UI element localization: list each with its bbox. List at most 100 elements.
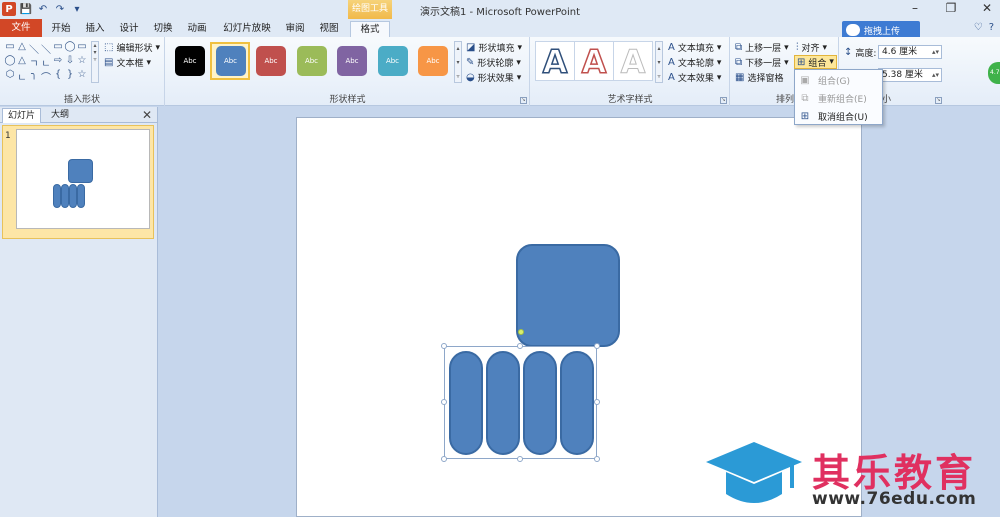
text-box-button[interactable]: ▤ 文本框 ▾: [104, 56, 151, 69]
tab-insert[interactable]: 插入: [82, 21, 108, 37]
slide-thumbnail[interactable]: [16, 129, 150, 229]
help-icon[interactable]: ?: [989, 22, 994, 33]
resize-handle[interactable]: [517, 456, 523, 462]
shape-option[interactable]: ▭: [52, 41, 64, 55]
tab-design[interactable]: 设计: [116, 21, 142, 37]
shape-style-swatch[interactable]: Abc: [418, 46, 448, 76]
paint-bucket-icon: ◪: [466, 42, 476, 53]
shape-option[interactable]: {: [52, 69, 64, 83]
resize-handle[interactable]: [517, 343, 523, 349]
shape-styles-scroll[interactable]: ▴ ▾ ▿: [454, 41, 462, 83]
group-label-wordart: 艺术字样式: [607, 95, 653, 105]
group-button[interactable]: ⊞ 组合 ▾: [794, 55, 837, 69]
send-backward-button[interactable]: ⧉ 下移一层 ▾: [735, 56, 789, 69]
shape-style-swatch[interactable]: Abc: [175, 46, 205, 76]
shape-outline-button[interactable]: ✎ 形状轮廓 ▾: [466, 56, 521, 69]
shape-option[interactable]: ◯: [4, 55, 16, 69]
bring-forward-label: 上移一层: [745, 44, 782, 54]
selection-pane-icon: ▦: [735, 72, 745, 83]
tab-outline[interactable]: 大纲: [46, 108, 74, 123]
tab-slides[interactable]: 幻灯片: [2, 108, 42, 123]
selection-pane-button[interactable]: ▦ 选择窗格: [735, 71, 783, 84]
text-effects-button[interactable]: A 文本效果 ▾: [668, 71, 721, 84]
shape-option[interactable]: ＼: [28, 41, 40, 56]
shape-option[interactable]: ☆: [76, 55, 88, 69]
height-input[interactable]: 4.6 厘米 ▴▾: [878, 45, 942, 59]
group-dropdown-menu: ▣ 组合(G) ⧉ 重新组合(E) ⊞ 取消组合(U): [794, 69, 883, 125]
close-icon[interactable]: ✕: [980, 1, 994, 15]
shape-option[interactable]: ⌒: [40, 69, 52, 84]
tab-format[interactable]: 格式: [350, 21, 390, 37]
close-icon[interactable]: ✕: [142, 108, 152, 122]
edit-shape-button[interactable]: ⬚ 编辑形状 ▾: [104, 41, 160, 54]
shape-option[interactable]: ☆: [76, 69, 88, 83]
shape-option[interactable]: ▭: [4, 41, 16, 55]
pill-shape-4[interactable]: [560, 351, 594, 455]
text-outline-button[interactable]: A 文本轮廓 ▾: [668, 56, 721, 69]
shape-option[interactable]: ╮: [28, 69, 40, 83]
tab-view[interactable]: 视图: [316, 21, 342, 37]
spin-icon[interactable]: ▴▾: [932, 69, 939, 81]
resize-handle[interactable]: [441, 343, 447, 349]
size-launcher[interactable]: ↘: [935, 97, 942, 104]
chevron-down-icon: ▾: [716, 42, 722, 53]
rounded-square-shape[interactable]: [516, 244, 620, 347]
shapes-gallery-scroll[interactable]: ▴ ▾ ▿: [91, 41, 99, 83]
shape-style-swatch[interactable]: Abc: [377, 46, 408, 76]
menu-item-group[interactable]: ▣ 组合(G): [795, 71, 882, 89]
shape-effects-button[interactable]: ◒ 形状效果 ▾: [466, 71, 521, 84]
menu-item-regroup[interactable]: ⧉ 重新组合(E): [795, 89, 882, 107]
restore-icon[interactable]: ❐: [944, 1, 958, 15]
bring-forward-button[interactable]: ⧉ 上移一层 ▾: [735, 41, 789, 54]
side-badge[interactable]: 4.7: [988, 62, 1000, 84]
minimize-icon[interactable]: –: [908, 1, 922, 15]
tab-animations[interactable]: 动画: [184, 21, 210, 37]
resize-handle[interactable]: [441, 456, 447, 462]
shape-option[interactable]: ▭: [76, 41, 88, 55]
shape-option[interactable]: ⇩: [64, 55, 76, 69]
menu-item-ungroup[interactable]: ⊞ 取消组合(U): [795, 107, 882, 125]
shape-option[interactable]: }: [64, 69, 76, 83]
shape-option[interactable]: △: [16, 55, 28, 69]
adjust-handle[interactable]: [518, 329, 524, 335]
shape-fill-button[interactable]: ◪ 形状填充 ▾: [466, 41, 522, 54]
spin-icon[interactable]: ▴▾: [932, 46, 939, 58]
tab-transitions[interactable]: 切换: [150, 21, 176, 37]
tab-review[interactable]: 审阅: [282, 21, 308, 37]
shape-style-swatch[interactable]: Abc: [296, 46, 327, 76]
favorite-icon[interactable]: ♡: [974, 22, 983, 33]
text-fill-button[interactable]: A 文本填充 ▾: [668, 41, 721, 54]
resize-handle[interactable]: [594, 343, 600, 349]
shape-option[interactable]: ◯: [64, 41, 76, 55]
resize-handle[interactable]: [594, 456, 600, 462]
shape-option[interactable]: ㄱ: [28, 55, 40, 70]
resize-handle[interactable]: [594, 399, 600, 405]
shape-styles-launcher[interactable]: ↘: [520, 97, 527, 104]
shape-option[interactable]: △: [16, 41, 28, 55]
shape-option[interactable]: ㄴ: [40, 55, 52, 70]
wordart-launcher[interactable]: ↘: [720, 97, 727, 104]
shape-option[interactable]: ⇨: [52, 55, 64, 69]
shape-style-swatch[interactable]: Abc: [337, 46, 367, 76]
wordart-style-2[interactable]: A: [574, 41, 614, 82]
height-value: 4.6 厘米: [882, 47, 918, 57]
shape-option[interactable]: ⬡: [4, 69, 16, 83]
align-button[interactable]: ⫶ 对齐 ▾: [796, 41, 827, 54]
width-input[interactable]: 5.38 厘米 ▴▾: [878, 68, 942, 82]
resize-handle[interactable]: [441, 399, 447, 405]
wordart-style-3[interactable]: A: [613, 41, 653, 82]
shape-style-swatch[interactable]: Abc: [215, 46, 246, 76]
shape-option[interactable]: ＼: [40, 41, 52, 56]
align-label: 对齐: [801, 44, 820, 54]
tab-home[interactable]: 开始: [48, 21, 74, 37]
wordart-scroll[interactable]: ▴ ▾ ▿: [655, 41, 663, 83]
tab-slideshow[interactable]: 幻灯片放映: [222, 21, 272, 37]
shape-style-swatch[interactable]: Abc: [256, 46, 286, 76]
pill-shape-2[interactable]: [486, 351, 520, 455]
shape-option[interactable]: ㄴ: [16, 69, 28, 84]
slide-number: 1: [5, 131, 11, 141]
tab-file[interactable]: 文件: [0, 19, 42, 37]
pill-shape-1[interactable]: [449, 351, 483, 455]
pill-shape-3[interactable]: [523, 351, 557, 455]
wordart-style-1[interactable]: A: [535, 41, 575, 82]
